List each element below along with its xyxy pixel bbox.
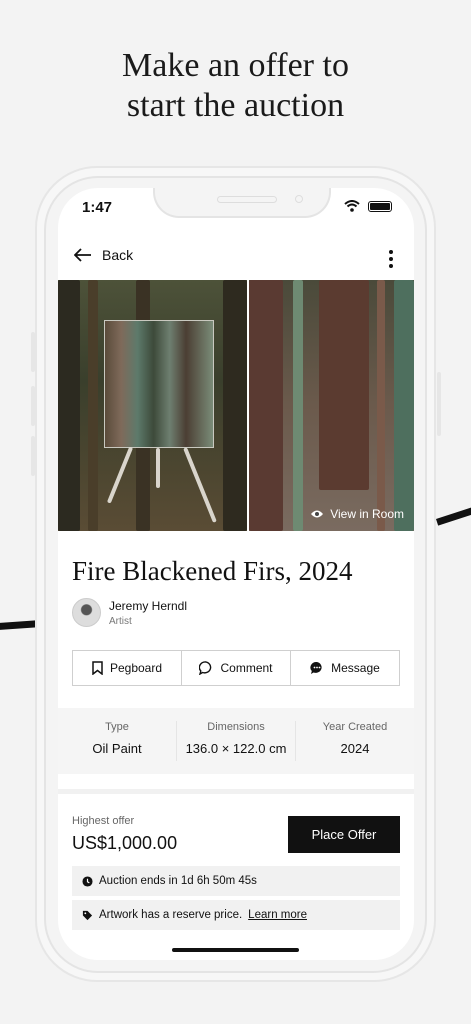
reserve-text: Artwork has a reserve price. [99,909,243,921]
phone-notch [153,188,331,218]
spec-value: 2024 [340,741,370,756]
spec-label: Dimensions [207,721,265,733]
bookmark-icon [92,661,103,675]
artwork-photo-painting[interactable]: View in Room [249,280,414,531]
learn-more-link[interactable]: Learn more [248,909,307,921]
auction-ends-text: Auction ends in 1d 6h 50m 45s [99,875,257,887]
spec-dimensions: Dimensions 136.0 × 122.0 cm [177,721,296,761]
decorative-stroke-left [0,620,37,631]
action-bar: Pegboard Comment Message [72,650,400,686]
status-time: 1:47 [82,199,113,216]
artwork-gallery[interactable]: View in Room [58,280,414,531]
auction-timer: Auction ends in 1d 6h 50m 45s [72,866,400,896]
comment-label: Comment [220,661,273,675]
comment-icon [199,661,212,675]
arrow-left-icon [74,248,91,262]
avatar[interactable] [72,598,101,627]
artist-role: Artist [109,615,132,627]
tag-icon [82,910,93,920]
headline-line1: Make an offer to [122,47,349,84]
easel-painting [104,320,214,448]
wifi-icon [344,200,360,212]
more-options-icon[interactable] [388,250,394,268]
spec-year: Year Created 2024 [296,721,414,761]
pegboard-button[interactable]: Pegboard [73,651,182,685]
clock-icon [82,875,93,887]
comment-button[interactable]: Comment [182,651,291,685]
view-in-room-label: View in Room [330,507,404,521]
artist-info[interactable]: Jeremy Herndl Artist [72,598,187,627]
message-label: Message [331,661,380,675]
reserve-notice: Artwork has a reserve price. Learn more [72,900,400,930]
phone-side-button [31,436,35,476]
back-label: Back [102,247,134,263]
back-button[interactable]: Back [74,247,133,263]
message-icon [310,661,322,674]
place-offer-button[interactable]: Place Offer [288,816,400,853]
headline-line2: start the auction [126,87,345,124]
headline: Make an offer to start the auction [0,46,471,126]
top-bar: Back [58,238,414,278]
view-in-room-button[interactable]: View in Room [310,507,404,521]
decorative-stroke-right [435,505,471,526]
spec-value: 136.0 × 122.0 cm [185,741,287,756]
spec-type: Type Oil Paint [58,721,177,761]
message-button[interactable]: Message [291,651,399,685]
battery-icon [368,200,392,212]
phone-side-button [31,332,35,372]
artwork-photo-easel[interactable] [58,280,247,531]
section-divider [58,789,414,794]
status-icons [344,200,392,212]
phone-side-button [31,386,35,426]
artwork-specs: Type Oil Paint Dimensions 136.0 × 122.0 … [58,708,414,774]
highest-offer-amount: US$1,000.00 [72,833,178,853]
artist-name[interactable]: Jeremy Herndl [109,599,187,613]
pegboard-label: Pegboard [109,661,163,675]
home-indicator[interactable] [172,948,299,952]
phone-power-button [437,372,441,436]
spec-value: Oil Paint [92,741,142,756]
highest-offer-label: Highest offer [72,815,135,827]
camera-icon [295,195,303,203]
eye-icon [311,510,324,518]
app-screen: 1:47 Back View in Room Fire Blackened Fi… [58,188,414,960]
spec-label: Year Created [322,721,388,733]
spec-label: Type [105,721,129,733]
artwork-title: Fire Blackened Firs, 2024 [72,556,353,586]
speaker-grille [217,196,277,203]
